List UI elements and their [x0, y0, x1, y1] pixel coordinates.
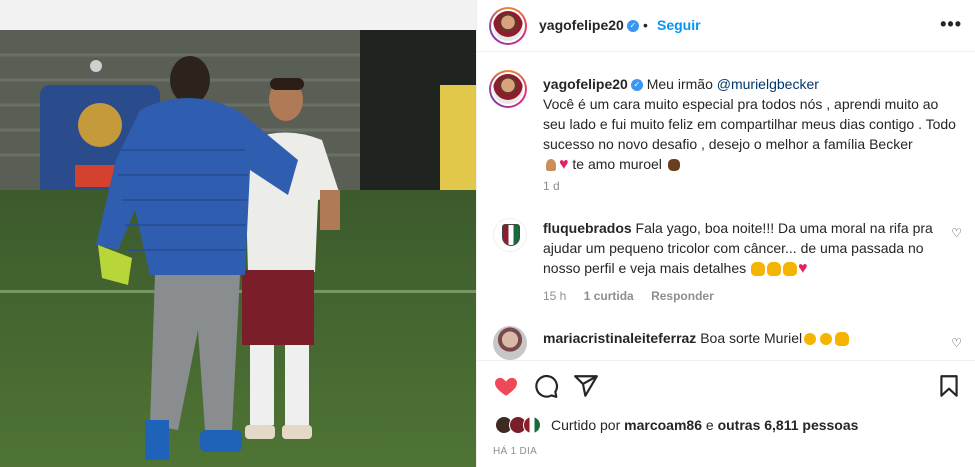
clapping-hands-emoji	[818, 331, 834, 347]
post-header: yagofelipe20 ✓ • Seguir •••	[477, 0, 975, 52]
caption-intro: Meu irmão	[642, 76, 717, 92]
club-crest-icon	[502, 224, 520, 246]
red-heart-emoji: ♥	[798, 260, 808, 278]
likes-summary: Curtido por marcoam86 e outras 6,811 pes…	[491, 414, 971, 438]
separator-dot: •	[643, 17, 648, 33]
comment-time: 15 h	[543, 289, 567, 303]
praying-hands-emoji	[543, 157, 559, 173]
author-avatar[interactable]	[489, 7, 527, 45]
caption-text: yagofelipe20 ✓ Meu irmão @murielgbecker V…	[543, 74, 963, 174]
caption-author[interactable]: yagofelipe20	[543, 76, 628, 92]
comment-likes[interactable]: 1 curtida	[584, 289, 634, 303]
comment-text: fluquebrados Fala yago, boa noite!!! Da …	[543, 218, 939, 278]
raising-hands-emoji	[834, 331, 850, 347]
raising-hands-emoji	[782, 261, 798, 277]
likes-text: Curtido por marcoam86 e outras 6,811 pes…	[551, 417, 859, 433]
liker-avatar[interactable]	[523, 416, 541, 434]
caption-end: te amo muroel	[568, 156, 666, 172]
raising-hands-emoji	[750, 261, 766, 277]
post-panel: yagofelipe20 ✓ • Seguir ••• yagofelipe20 ✓…	[476, 0, 975, 467]
comment-like-icon[interactable]: ♡	[951, 336, 962, 350]
raising-hands-emoji	[766, 261, 782, 277]
share-icon[interactable]	[573, 373, 599, 399]
post-timestamp[interactable]: HÁ 1 DIA	[493, 446, 537, 457]
comment-meta: 15 h 1 curtida Responder	[543, 289, 728, 303]
verified-icon: ✓	[626, 20, 639, 33]
follow-button[interactable]: Seguir	[657, 17, 701, 33]
photo-illustration	[0, 0, 476, 467]
caption-time: 1 d	[543, 179, 560, 193]
fist-emoji	[666, 157, 682, 173]
post-photo	[0, 0, 476, 467]
comment-author[interactable]: fluquebrados	[543, 220, 632, 236]
comment-author[interactable]: mariacristinaleiteferraz	[543, 330, 696, 346]
heart-filled-icon[interactable]	[493, 373, 519, 399]
red-heart-emoji: ♥	[559, 156, 569, 174]
liker-username[interactable]: marcoam86	[624, 417, 702, 433]
likes-others[interactable]: outras 6,811 pessoas	[718, 417, 859, 433]
comment-icon[interactable]	[533, 373, 559, 399]
author-username[interactable]: yagofelipe20 ✓	[539, 17, 639, 33]
comment-avatar[interactable]	[493, 218, 527, 252]
comment-body: Boa sorte Muriel	[696, 330, 803, 346]
caption-body: Você é um cara muito especial pra todos …	[543, 96, 956, 152]
mention-link[interactable]: @murielgbecker	[717, 76, 819, 92]
post-actions	[477, 360, 975, 412]
bookmark-icon[interactable]	[936, 373, 962, 399]
caption-avatar[interactable]	[489, 70, 527, 108]
comment-like-icon[interactable]: ♡	[951, 226, 962, 240]
comment-avatar[interactable]	[493, 326, 527, 360]
more-options-icon[interactable]: •••	[940, 14, 962, 35]
verified-icon: ✓	[630, 79, 643, 92]
clapping-hands-emoji	[802, 331, 818, 347]
comment-text: mariacristinaleiteferraz Boa sorte Murie…	[543, 328, 939, 348]
reply-button[interactable]: Responder	[651, 289, 714, 303]
